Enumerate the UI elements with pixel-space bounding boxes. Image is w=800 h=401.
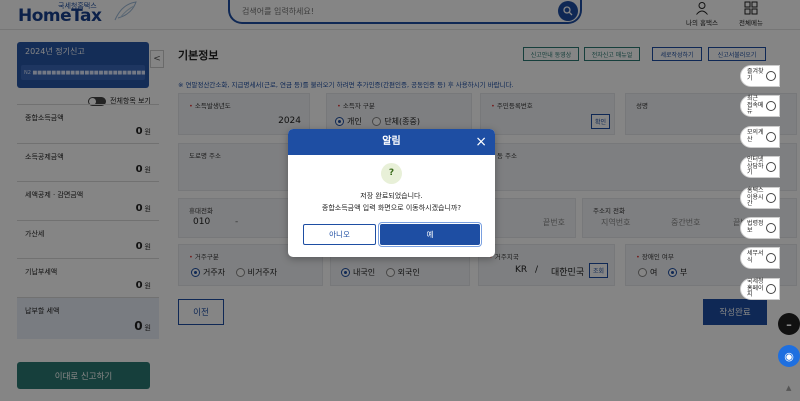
home-icon [766, 284, 776, 294]
chat-icon [766, 162, 776, 172]
quickmenu-forms[interactable]: 세무서식 [740, 247, 780, 269]
quickmenu-law[interactable]: 법령정보 [740, 217, 780, 239]
quickmenu-label: 모의계산 [747, 129, 764, 143]
minimize-icon[interactable]: – [778, 313, 800, 335]
quickmenu-label: 인터넷 상담하기 [747, 156, 764, 177]
no-button[interactable]: 아니오 [303, 224, 376, 245]
clock-icon [766, 193, 776, 203]
history-icon [766, 101, 776, 111]
quickmenu-nts-home[interactable]: 국세청 홈페이지 [740, 278, 780, 300]
book-icon [766, 223, 776, 233]
yes-button[interactable]: 예 [378, 222, 482, 247]
star-icon [766, 71, 776, 81]
scroll-top-icon[interactable]: ▲ [786, 384, 791, 392]
chatbot-icon[interactable]: ◉ [778, 345, 800, 367]
quickmenu-label: 최근 접속메뉴 [747, 95, 764, 116]
calculator-icon [766, 132, 776, 142]
dialog-header: 알림 × [288, 129, 495, 155]
quickmenu-consult[interactable]: 인터넷 상담하기 [740, 156, 780, 178]
document-icon [766, 253, 776, 263]
quickmenu-hours[interactable]: 홈택스 이용시간 [740, 187, 780, 209]
quickmenu-label: 즐겨찾기 [747, 68, 764, 82]
dialog-message: 저장 완료되었습니다. 종합소득금액 입력 화면으로 이동하시겠습니까? [288, 190, 495, 214]
quickmenu-label: 국세청 홈페이지 [747, 278, 764, 299]
dialog-line-1: 저장 완료되었습니다. [360, 192, 423, 200]
close-icon[interactable]: × [475, 129, 487, 155]
quickmenu-label: 홈택스 이용시간 [747, 187, 764, 208]
quickmenu-favorites[interactable]: 즐겨찾기 [740, 65, 780, 87]
quickmenu-recent[interactable]: 최근 접속메뉴 [740, 95, 780, 117]
quickmenu-label: 세무서식 [747, 250, 764, 264]
dialog-title: 알림 [382, 136, 401, 147]
quickmenu-simulation[interactable]: 모의계산 [740, 126, 780, 148]
dialog-line-2: 종합소득금액 입력 화면으로 이동하시겠습니까? [321, 204, 462, 212]
quickmenu-label: 법령정보 [747, 220, 764, 234]
question-icon: ? [381, 163, 402, 184]
alert-dialog: 알림 × ? 저장 완료되었습니다. 종합소득금액 입력 화면으로 이동하시겠습… [288, 129, 495, 257]
